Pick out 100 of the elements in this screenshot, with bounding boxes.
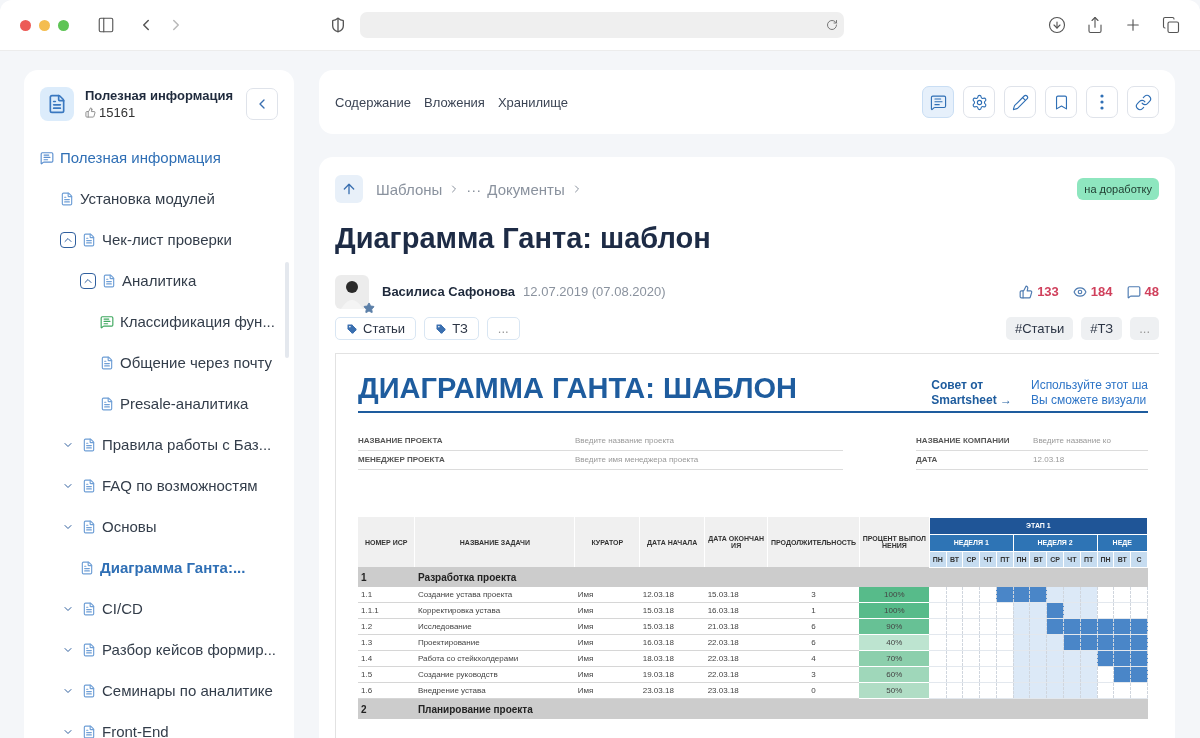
table-cell: Корректировка устава (414, 603, 575, 619)
document-icon (60, 191, 74, 206)
tip-link[interactable]: Совет от Smartsheet → (931, 377, 1026, 409)
tree-item[interactable]: Разбор кейсов формир... (102, 641, 276, 658)
tree-item[interactable]: Установка модулей (80, 190, 215, 207)
tree-item[interactable]: Аналитика (122, 272, 197, 289)
stat-count: 133 (1037, 284, 1059, 300)
author-name[interactable]: Василиса Сафонова (382, 284, 516, 300)
up-button[interactable] (335, 175, 363, 203)
tree-item[interactable]: Presale-аналитика (120, 395, 249, 412)
table-cell: 12.03.18 (639, 587, 705, 603)
stat-count: 48 (1144, 284, 1159, 300)
tree-item[interactable]: FAQ по возможностям (102, 477, 258, 494)
table-cell: Имя (574, 683, 640, 699)
table-cell: 23.03.18 (704, 683, 768, 699)
document-icon (82, 437, 96, 452)
tag-icon (346, 322, 358, 335)
document-icon (82, 724, 96, 738)
table-cell: 1.2 (358, 619, 415, 635)
field-label: ДАТА (916, 455, 939, 465)
document-icon (82, 232, 96, 247)
hashtag-chip[interactable]: #ТЗ (1081, 317, 1123, 341)
share-icon[interactable] (1086, 16, 1104, 34)
table-cell: Имя (574, 651, 640, 667)
field-value: Введите название ко (1033, 436, 1111, 446)
table-cell: Имя (574, 603, 640, 619)
tree-item[interactable]: Полезная информация (60, 149, 221, 166)
table-cell: Имя (574, 619, 640, 635)
table-cell: 21.03.18 (704, 619, 768, 635)
document-icon (82, 683, 96, 698)
table-cell: Имя (574, 635, 640, 651)
article-title: Диаграмма Ганта: шаблон (335, 221, 712, 256)
expand-toggle[interactable] (60, 231, 76, 248)
more-icon (1100, 94, 1104, 110)
tree-item[interactable]: Диаграмма Ганта:... (100, 559, 246, 576)
nav-link[interactable]: Содержание (335, 94, 411, 110)
likes-count: 15161 (99, 105, 136, 120)
table-cell: 1.1.1 (358, 603, 415, 619)
table-cell: Создание устава проекта (414, 587, 575, 603)
status-badge: на доработку (1077, 178, 1159, 200)
tree-item[interactable]: Семинары по аналитике (102, 682, 273, 699)
window-zoom-button[interactable] (58, 19, 69, 31)
window-close-button[interactable] (20, 19, 31, 31)
more-button[interactable] (1086, 86, 1118, 118)
document-icon (40, 87, 74, 121)
field-value: Введите имя менеджера проекта (575, 455, 699, 465)
tag-chip[interactable]: Статьи (335, 317, 417, 341)
document-icon (100, 396, 114, 411)
tabs-icon[interactable] (1162, 16, 1180, 34)
thumbs-up-icon (1019, 284, 1034, 299)
tag-icon (435, 322, 448, 335)
field-value: Введите название проекта (575, 436, 675, 446)
avatar (335, 274, 369, 309)
eye-icon (1072, 284, 1087, 299)
shield-icon[interactable] (330, 17, 346, 33)
tree-item[interactable]: Общение через почту (120, 354, 272, 371)
table-cell: 2 (358, 699, 415, 720)
tree-item[interactable]: Чек-лист проверки (102, 231, 232, 248)
tag-chip[interactable]: ТЗ (424, 317, 479, 341)
comments-icon (929, 93, 947, 111)
window-minimize-button[interactable] (39, 19, 50, 31)
document-icon (82, 519, 96, 534)
address-field[interactable] (360, 12, 844, 38)
tree-item[interactable]: Классификация фун... (120, 313, 275, 330)
table-cell: 22.03.18 (704, 667, 768, 683)
nav-link[interactable]: Хранилище (497, 94, 569, 110)
table-cell: 18.03.18 (639, 651, 705, 667)
table-cell: 19.03.18 (639, 667, 705, 683)
table-cell: Исследование (414, 619, 575, 635)
expand-toggle[interactable] (80, 272, 96, 289)
tree-item[interactable]: Правила работы с Баз... (102, 436, 272, 453)
settings-button[interactable] (963, 86, 995, 118)
sidebar-icon[interactable] (97, 16, 115, 34)
document-icon (82, 601, 96, 616)
hashtag-chip[interactable]: #Статьи (1005, 317, 1074, 341)
collapse-button[interactable] (246, 88, 278, 120)
document-icon (82, 478, 96, 493)
table-cell: 15.03.18 (639, 619, 705, 635)
tree-item[interactable]: CI/CD (102, 600, 143, 617)
comments-button[interactable] (922, 86, 954, 118)
new-tab-icon[interactable] (1124, 16, 1142, 34)
link-icon (1134, 93, 1152, 111)
document-title: ДИАГРАММА ГАНТА: ШАБЛОН (358, 371, 799, 405)
field-label: НАЗВАНИЕ ПРОЕКТА (358, 436, 444, 446)
link-button[interactable] (1127, 86, 1159, 118)
pencil-icon (1011, 93, 1029, 111)
settings-icon (970, 93, 988, 111)
download-icon[interactable] (1048, 16, 1066, 34)
tip-text: Используйте этот ша (1031, 377, 1148, 394)
nav-link[interactable]: Вложения (424, 94, 485, 110)
pencil-button[interactable] (1004, 86, 1036, 118)
table-cell: Проектирование (414, 635, 575, 651)
table-cell: 1.6 (358, 683, 415, 699)
table-cell: Создание руководств (414, 667, 575, 683)
reload-icon[interactable] (826, 19, 838, 31)
tree-item[interactable]: Front-End (102, 723, 169, 738)
table-cell: 15.03.18 (704, 587, 768, 603)
table-cell: 22.03.18 (704, 651, 768, 667)
tree-item[interactable]: Основы (102, 518, 157, 535)
bookmark-button[interactable] (1045, 86, 1077, 118)
